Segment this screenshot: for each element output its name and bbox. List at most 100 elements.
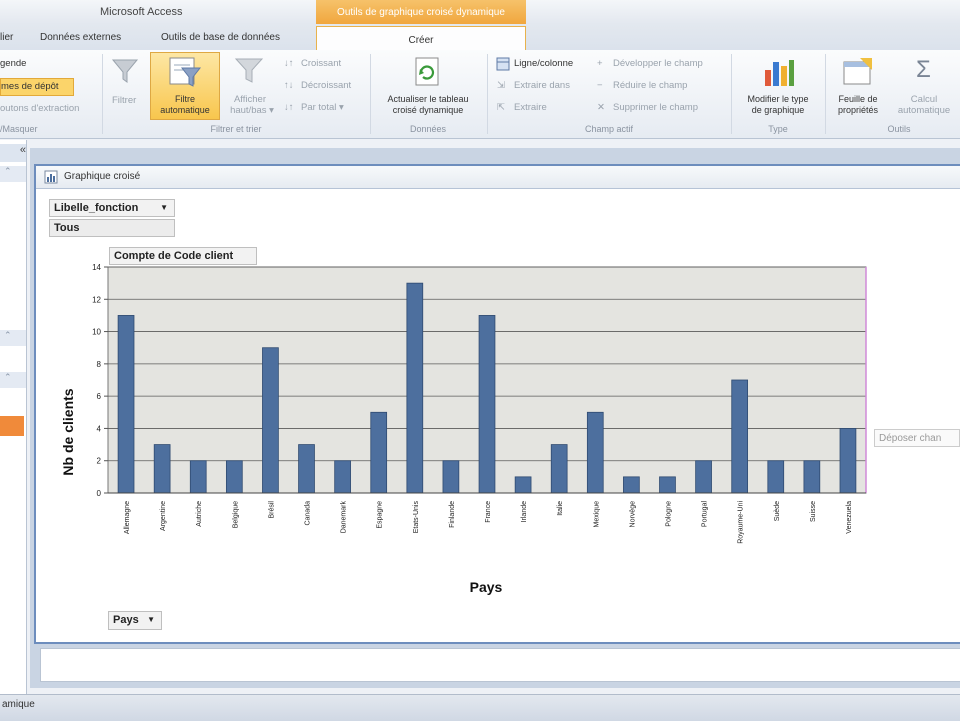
nav-group-header[interactable]: ⌃ — [0, 372, 26, 388]
y-axis-label: Nb de clients — [60, 388, 76, 475]
calcul-automatique-label-2[interactable]: automatique — [888, 105, 960, 116]
calcul-automatique-label-1[interactable]: Calcul — [888, 94, 960, 105]
modifier-type-label-1[interactable]: Modifier le type — [734, 94, 822, 105]
afficher-label-1[interactable]: Afficher — [230, 94, 270, 105]
y-tick-label: 4 — [97, 424, 102, 433]
actualiser-label-1[interactable]: Actualiser le tableau — [372, 94, 484, 105]
filter-field-name: Libelle_fonction — [54, 202, 139, 214]
bar — [442, 460, 460, 494]
drill-out-icon: ⇱ — [497, 102, 505, 113]
bar — [406, 282, 424, 494]
group-label-outils: Outils — [887, 124, 911, 134]
series-drop-zone[interactable]: Déposer chan — [874, 429, 960, 447]
pivotchart-icon — [44, 170, 58, 187]
x-tick-label: Royaume-Uni — [738, 501, 745, 544]
afficher-label-2[interactable]: haut/bas ▾ — [224, 105, 280, 116]
lower-pane — [40, 648, 960, 682]
drill-into-icon: ⇲ — [497, 80, 505, 91]
tab-outils-base-de-donnees[interactable]: Outils de base de données — [161, 32, 280, 43]
x-tick-label: Brésil — [268, 501, 275, 519]
ribbon-separator — [731, 54, 732, 134]
dropdown-arrow-icon: ▼ — [147, 615, 155, 624]
supprimer-champ-button[interactable]: Supprimer le champ — [613, 102, 698, 113]
filtre-automatique-label-2: automatique — [160, 105, 210, 115]
sort-descending-icon: ↑↓ — [284, 80, 294, 91]
bar — [731, 379, 749, 494]
extraire-button[interactable]: Extraire — [514, 102, 547, 113]
bar — [659, 476, 676, 494]
x-tick-label: Finlande — [449, 501, 456, 528]
sort-total-icon: ↓↑ — [284, 102, 294, 113]
bar — [189, 460, 207, 494]
x-tick-label: Portugal — [702, 501, 709, 528]
y-tick-label: 2 — [97, 457, 102, 466]
tab-creer[interactable]: Créer — [316, 26, 526, 53]
collapse-field-icon: − — [597, 80, 603, 91]
tab-fichier-partial[interactable]: lier — [0, 32, 13, 43]
legend-toggle[interactable]: gende — [0, 58, 26, 69]
nav-group-header[interactable]: ⌃ — [0, 330, 26, 346]
filter-field-value[interactable]: Tous — [49, 219, 175, 237]
filtrer-button[interactable]: Filtrer — [112, 95, 136, 106]
status-text: amique — [2, 699, 35, 710]
x-tick-label: Allemagne — [124, 501, 131, 534]
feuille-proprietes-label-2[interactable]: propriétés — [826, 105, 890, 116]
bar — [803, 460, 821, 494]
x-tick-label: Etats-Unis — [413, 501, 420, 534]
actualiser-label-2[interactable]: croisé dynamique — [372, 105, 484, 116]
x-tick-label: Italie — [557, 501, 564, 516]
x-tick-label: Argentine — [160, 501, 167, 531]
bar — [623, 476, 640, 494]
reduire-champ-button[interactable]: Réduire le champ — [613, 80, 687, 91]
x-tick-label: Danemark — [341, 501, 348, 534]
dropdown-arrow-icon: ▼ — [160, 203, 168, 212]
bar — [298, 444, 315, 494]
contextual-tab-title: Outils de graphique croisé dynamique — [316, 0, 526, 26]
y-tick-label: 6 — [97, 392, 102, 401]
x-tick-label: France — [485, 501, 492, 523]
category-field-button[interactable]: Pays ▼ — [108, 611, 162, 630]
nav-selected-object[interactable] — [0, 416, 24, 436]
document-titlebar — [36, 166, 960, 189]
sum-icon: Σ — [916, 56, 931, 83]
sort-descending-button[interactable]: Décroissant — [301, 80, 351, 91]
sort-ascending-button[interactable]: Croissant — [301, 58, 341, 69]
ribbon-separator — [102, 54, 103, 134]
bar — [117, 315, 135, 494]
group-label-donnees: Données — [409, 124, 447, 134]
y-tick-label: 10 — [92, 328, 101, 337]
bar — [153, 444, 171, 494]
expand-field-icon: + — [597, 58, 603, 69]
sort-ascending-icon: ↓↑ — [284, 58, 294, 69]
group-label-type: Type — [768, 124, 788, 134]
y-tick-label: 0 — [97, 489, 102, 498]
ligne-colonne-button[interactable]: Ligne/colonne — [514, 58, 573, 69]
bar — [225, 460, 243, 494]
sort-by-total-button[interactable]: Par total ▾ — [301, 102, 344, 113]
x-tick-label: Belgique — [232, 501, 239, 528]
top-bottom-icon — [234, 56, 266, 89]
category-field-name: Pays — [113, 614, 139, 626]
x-tick-label: Irlande — [521, 501, 528, 523]
chevron-up-icon: ⌃ — [4, 372, 12, 382]
group-label-champ-actif: Champ actif — [584, 124, 634, 134]
extraire-dans-button[interactable]: Extraire dans — [514, 80, 570, 91]
tab-donnees-externes[interactable]: Données externes — [40, 32, 121, 43]
app-title: Microsoft Access — [100, 6, 183, 18]
x-tick-label: Suisse — [810, 501, 817, 522]
feuille-proprietes-label-1[interactable]: Feuille de — [826, 94, 890, 105]
bar — [586, 411, 604, 494]
bar — [262, 347, 279, 494]
filter-field-button[interactable]: Libelle_fonction ▼ — [49, 199, 175, 217]
developper-champ-button[interactable]: Développer le champ — [613, 58, 703, 69]
bar — [767, 460, 785, 494]
drop-zones-toggle[interactable]: mes de dépôt — [0, 78, 74, 96]
x-tick-label: Pologne — [665, 501, 672, 527]
y-tick-label: 14 — [92, 263, 101, 272]
modifier-type-label-2[interactable]: de graphique — [734, 105, 822, 116]
extraction-buttons-toggle[interactable]: outons d'extraction — [0, 103, 79, 114]
x-axis-label: Pays — [470, 579, 503, 595]
swap-row-column-icon — [496, 57, 510, 74]
nav-group-header[interactable]: ⌃ — [0, 166, 26, 182]
nav-collapse-button[interactable]: « — [0, 144, 26, 162]
